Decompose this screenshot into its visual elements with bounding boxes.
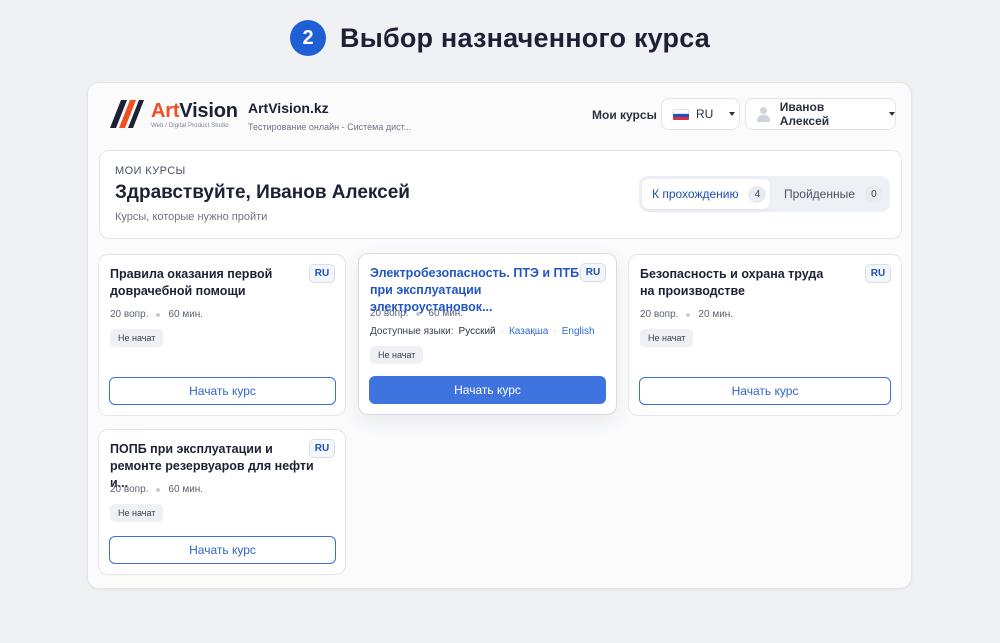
tab-completed[interactable]: Пройденные 0 [772,179,886,209]
step-header: 2 Выбор назначенного курса [0,20,1000,56]
russia-flag-icon [673,108,689,120]
welcome-panel: МОИ КУРСЫ Здравствуйте, Иванов Алексей К… [99,150,902,239]
tab-label: Пройденные [784,187,855,201]
language-option-russian[interactable]: Русский [459,326,496,337]
start-course-button[interactable]: Начать курс [639,377,891,405]
course-meta: 20 вопр. 60 мин. [110,309,203,320]
top-bar: ArtVision Web / Digital Product Studio A… [88,83,911,145]
course-duration: 60 мин. [168,484,204,495]
available-languages-label: Доступные языки: [370,326,454,337]
course-card[interactable]: Безопасность и охрана труда на производс… [628,254,902,416]
app-window: ArtVision Web / Digital Product Studio A… [87,82,912,589]
course-tabs: К прохождению 4 Пройденные 0 [639,176,890,212]
page-subtitle: Курсы, которые нужно пройти [115,211,268,223]
separator-dot [156,312,161,317]
status-badge: Не начат [640,329,694,347]
available-languages: Доступные языки: Русский · Казақша · Eng… [370,326,595,337]
user-menu[interactable]: Иванов Алексей [745,98,896,130]
logo-subtitle: Web / Digital Product Studio [151,123,229,129]
separator-dot [156,487,161,492]
separator-dot [686,312,691,317]
course-lang-badge: RU [580,263,606,282]
language-label: RU [696,107,714,121]
course-lang-badge: RU [865,264,891,283]
language-option-english[interactable]: English [562,326,595,337]
course-duration: 20 мин. [698,309,734,320]
language-select[interactable]: RU [661,98,740,130]
course-lang-badge: RU [309,264,335,283]
course-title: Правила оказания первой доврачебной помо… [110,267,273,298]
my-courses-link[interactable]: Мои курсы [592,108,657,122]
start-course-button[interactable]: Начать курс [109,377,336,405]
status-badge: Не начат [110,504,164,522]
chevron-down-icon [729,112,736,116]
chevron-down-icon [889,112,895,116]
avatar-icon [756,106,770,122]
site-name: ArtVision.kz [248,100,329,116]
status-badge: Не начат [370,346,424,364]
course-title: Безопасность и охрана труда на производс… [640,267,824,298]
course-meta: 20 вопр. 60 мин. [110,484,203,495]
course-card[interactable]: Правила оказания первой доврачебной помо… [98,254,346,416]
course-duration: 60 мин. [168,309,204,320]
section-kicker: МОИ КУРСЫ [115,165,186,177]
course-meta: 20 вопр. 20 мин. [640,309,733,320]
separator-dot: · [500,326,504,337]
course-questions: 20 вопр. [110,309,149,320]
start-course-button[interactable]: Начать курс [109,536,336,564]
tab-count-badge: 0 [864,185,883,203]
user-name: Иванов Алексей [779,100,830,128]
step-number-badge: 2 [290,20,327,56]
course-meta: 20 вопр. 60 мин. [370,308,463,319]
page-title: Здравствуйте, Иванов Алексей [115,182,410,203]
separator-dot [416,311,421,316]
course-duration: 60 мин. [428,308,464,319]
tab-label: К прохождению [652,187,739,201]
course-lang-badge: RU [309,439,335,458]
language-option-kazakh[interactable]: Казақша [509,326,548,337]
course-card[interactable]: ПОПБ при эксплуатации и ремонте резервуа… [98,429,346,575]
status-badge: Не начат [110,329,164,347]
site-info: ArtVision.kz Тестирование онлайн - Систе… [248,100,411,132]
logo-word-art: Art [151,100,180,122]
start-course-button[interactable]: Начать курс [369,376,606,404]
site-description: Тестирование онлайн - Система дист... [248,122,412,132]
tab-count-badge: 4 [748,185,767,203]
artvision-logo[interactable]: ArtVision Web / Digital Product Studio [110,100,238,129]
course-card-selected[interactable]: Электробезопасность. ПТЭ и ПТБ при экспл… [358,253,617,415]
tab-to-complete[interactable]: К прохождению 4 [642,179,770,209]
logo-word-vision: Vision [179,100,238,122]
logo-wordmark: ArtVision [151,100,238,122]
step-title: Выбор назначенного курса [340,22,710,53]
logo-mark-icon [110,100,144,128]
separator-dot: · [553,326,557,337]
course-questions: 20 вопр. [370,308,409,319]
course-questions: 20 вопр. [110,484,149,495]
course-questions: 20 вопр. [640,309,679,320]
